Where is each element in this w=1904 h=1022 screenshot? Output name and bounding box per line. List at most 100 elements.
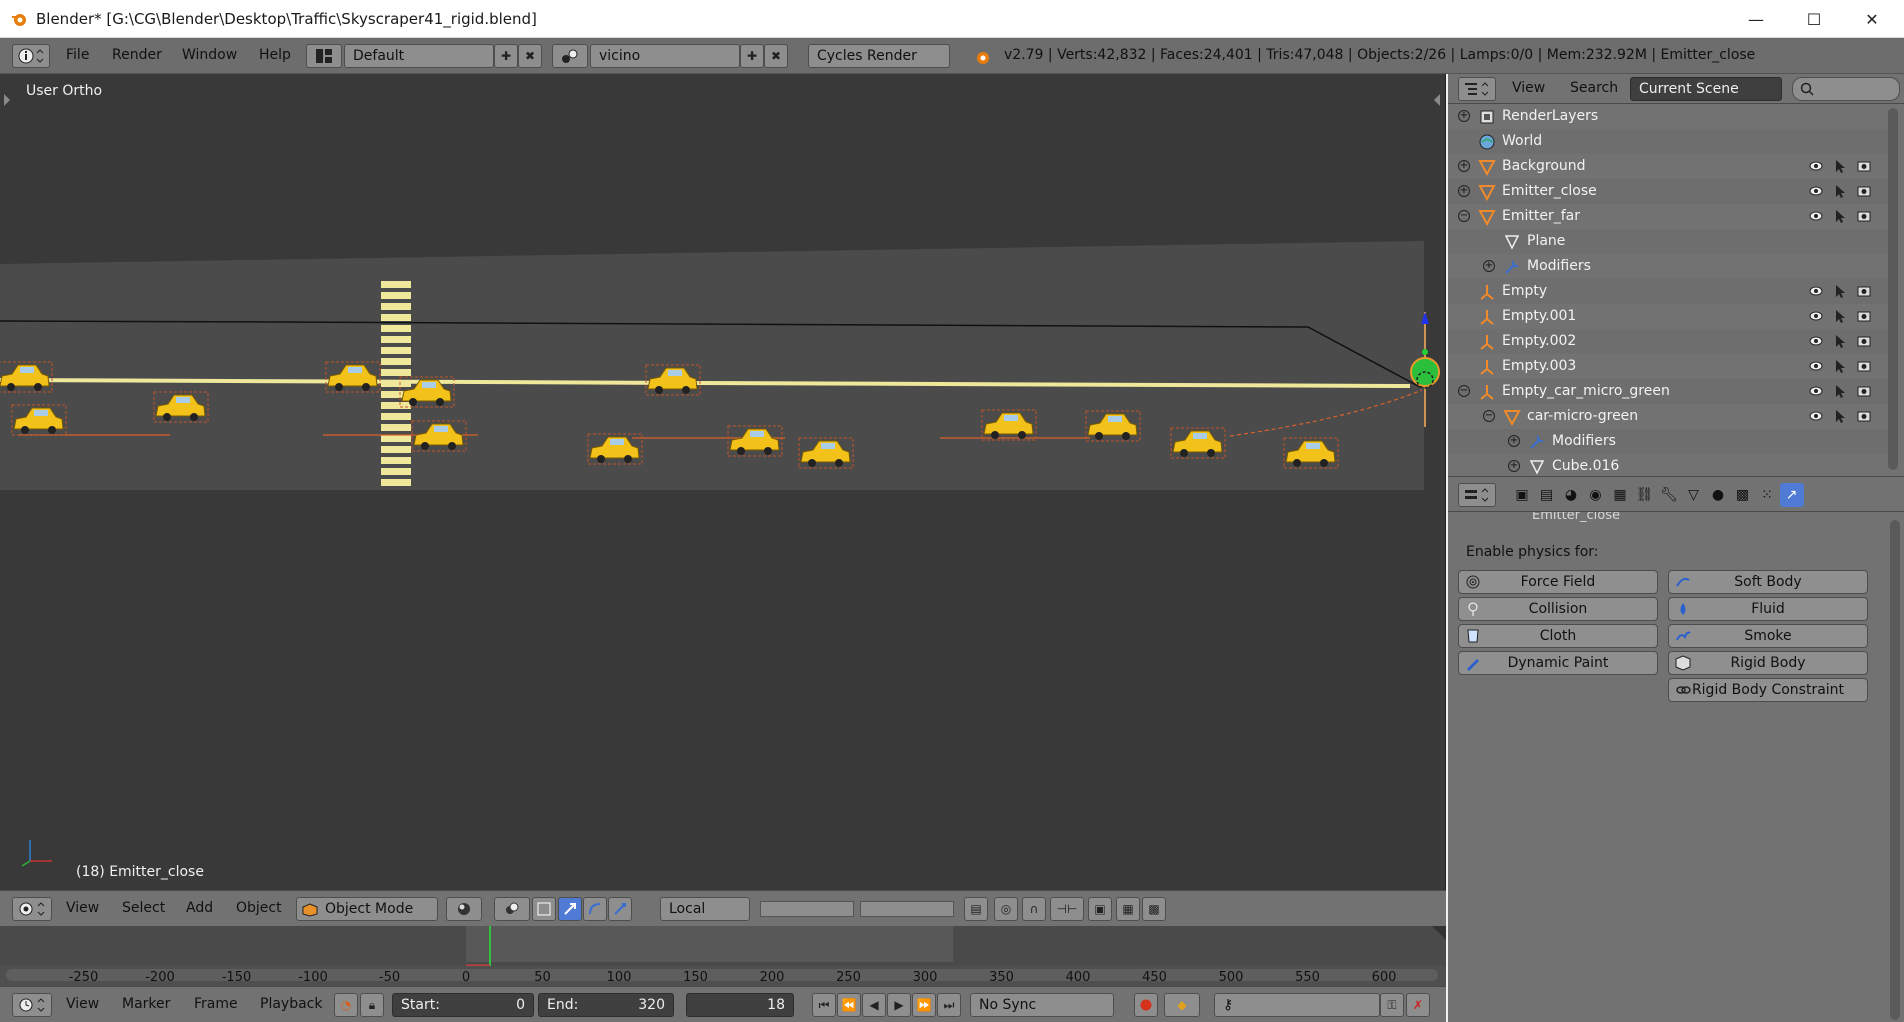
outliner-row-label[interactable]: Empty — [1502, 283, 1547, 299]
selectable-cursor-icon[interactable] — [1832, 408, 1848, 424]
auto-keying-button[interactable] — [1134, 993, 1158, 1017]
visibility-eye-icon[interactable] — [1808, 183, 1824, 199]
object-tab-icon[interactable]: ▦ — [1608, 483, 1632, 507]
render-camera-icon[interactable] — [1856, 158, 1872, 174]
lock-camera-layers-button[interactable]: ▤ — [964, 897, 988, 921]
menu-window[interactable]: Window — [182, 47, 237, 63]
outliner-row[interactable]: − Empty_car_micro_green — [1448, 379, 1888, 404]
render-engine-select[interactable]: Cycles Render — [808, 44, 950, 68]
timeline-menu-frame[interactable]: Frame — [194, 996, 238, 1012]
selectable-cursor-icon[interactable] — [1832, 333, 1848, 349]
current-frame-field[interactable]: 18 — [686, 993, 794, 1017]
expand-icon[interactable]: + — [1458, 185, 1470, 197]
outliner-row-label[interactable]: Emitter_close — [1502, 183, 1597, 199]
play-button[interactable]: ▶ — [887, 993, 911, 1017]
screen-layout-browse-button[interactable] — [306, 44, 342, 68]
outliner-row[interactable]: Empty.003 — [1448, 354, 1888, 379]
add-scene-button[interactable]: ✚ — [740, 44, 764, 68]
editor-type-3dview-button[interactable] — [12, 897, 52, 921]
delete-scene-button[interactable]: ✖ — [764, 44, 788, 68]
opengl-animation-button[interactable]: ▩ — [1142, 897, 1166, 921]
dynamic-paint-button[interactable]: Dynamic Paint — [1458, 651, 1658, 675]
selectable-cursor-icon[interactable] — [1832, 183, 1848, 199]
viewport-shading-select[interactable] — [446, 897, 482, 921]
render-layers-tab-icon[interactable]: ▤ — [1535, 483, 1559, 507]
collapse-icon[interactable]: − — [1458, 210, 1470, 222]
outliner-row-label[interactable]: Cube.016 — [1552, 458, 1619, 474]
outliner-row[interactable]: + Emitter_close — [1448, 179, 1888, 204]
manipulator-toggle-button[interactable] — [532, 897, 556, 921]
selectable-cursor-icon[interactable] — [1832, 283, 1848, 299]
collapse-icon[interactable]: − — [1458, 385, 1470, 397]
outliner-row-label[interactable]: Background — [1502, 158, 1586, 174]
minimize-button[interactable]: — — [1727, 0, 1785, 38]
outliner-menu-search[interactable]: Search — [1570, 80, 1618, 96]
editor-type-outliner-button[interactable] — [1458, 77, 1496, 101]
next-keyframe-button[interactable]: ⏩ — [912, 993, 936, 1017]
cloth-button[interactable]: Cloth — [1458, 624, 1658, 648]
outliner-row-label[interactable]: Plane — [1527, 233, 1565, 249]
smoke-button[interactable]: Smoke — [1668, 624, 1868, 648]
outliner-row[interactable]: + Modifiers — [1448, 429, 1888, 454]
render-tab-icon[interactable]: ▣ — [1510, 483, 1534, 507]
rotate-manipulator-button[interactable] — [583, 897, 607, 921]
active-keying-set-field[interactable]: ⚷ — [1214, 993, 1380, 1017]
scene-name-field[interactable]: vicino — [590, 44, 740, 68]
timeline-menu-playback[interactable]: Playback — [260, 996, 322, 1012]
delete-keyframe-button[interactable]: ✗ — [1406, 993, 1430, 1017]
menu-render[interactable]: Render — [112, 47, 162, 63]
layer-buttons-left[interactable] — [760, 901, 854, 917]
visibility-eye-icon[interactable] — [1808, 333, 1824, 349]
transform-orientation-select[interactable]: Local — [660, 897, 750, 921]
menu-file[interactable]: File — [66, 47, 89, 63]
maximize-button[interactable]: ☐ — [1785, 0, 1843, 38]
pivot-point-select[interactable] — [494, 897, 530, 921]
close-button[interactable]: ✕ — [1843, 0, 1901, 38]
visibility-eye-icon[interactable] — [1808, 358, 1824, 374]
add-screen-button[interactable]: ✚ — [494, 44, 518, 68]
menu-help[interactable]: Help — [259, 47, 291, 63]
outliner-row-label[interactable]: Empty_car_micro_green — [1502, 383, 1670, 399]
modifiers-tab-icon[interactable]: 🔧︎ — [1657, 483, 1681, 507]
outliner-row[interactable]: Empty — [1448, 279, 1888, 304]
collapse-icon[interactable]: − — [1483, 410, 1495, 422]
rigid-body-constraint-button[interactable]: Rigid Body Constraint — [1668, 678, 1868, 702]
render-camera-icon[interactable] — [1856, 333, 1872, 349]
expand-icon[interactable]: + — [1508, 435, 1520, 447]
outliner-row[interactable]: Empty.001 — [1448, 304, 1888, 329]
visibility-eye-icon[interactable] — [1808, 158, 1824, 174]
3dview-menu-object[interactable]: Object — [236, 900, 282, 916]
properties-shelf-toggle-icon[interactable] — [1434, 94, 1440, 106]
physics-tab-icon[interactable]: ↗ — [1779, 483, 1804, 507]
scale-manipulator-button[interactable] — [608, 897, 632, 921]
editor-type-properties-button[interactable] — [1458, 483, 1496, 507]
force-field-button[interactable]: Force Field — [1458, 570, 1658, 594]
start-frame-field[interactable]: Start: 0 — [392, 993, 534, 1017]
outliner-row-label[interactable]: World — [1502, 133, 1542, 149]
render-camera-icon[interactable] — [1856, 358, 1872, 374]
selectable-cursor-icon[interactable] — [1832, 208, 1848, 224]
end-frame-field[interactable]: End: 320 — [538, 993, 674, 1017]
outliner-row-label[interactable]: car-micro-green — [1527, 408, 1638, 424]
outliner-row[interactable]: + Modifiers — [1448, 254, 1888, 279]
selectable-cursor-icon[interactable] — [1832, 383, 1848, 399]
timeline-menu-marker[interactable]: Marker — [122, 996, 170, 1012]
insert-keyframe-button[interactable]: ⚿ — [1380, 993, 1404, 1017]
play-reverse-button[interactable]: ◀ — [862, 993, 886, 1017]
render-camera-icon[interactable] — [1856, 308, 1872, 324]
collision-button[interactable]: Collision — [1458, 597, 1658, 621]
expand-icon[interactable]: + — [1458, 160, 1470, 172]
expand-icon[interactable]: + — [1508, 460, 1520, 472]
jump-start-button[interactable]: ⏮ — [812, 993, 836, 1017]
prev-keyframe-button[interactable]: ⏪ — [837, 993, 861, 1017]
constraints-tab-icon[interactable]: ⛓ — [1633, 483, 1657, 507]
render-camera-icon[interactable] — [1856, 208, 1872, 224]
outliner-row-label[interactable]: RenderLayers — [1502, 108, 1598, 124]
3dview-menu-view[interactable]: View — [66, 900, 99, 916]
visibility-eye-icon[interactable] — [1808, 408, 1824, 424]
render-camera-icon[interactable] — [1856, 408, 1872, 424]
render-preview-button[interactable]: ▣ — [1088, 897, 1112, 921]
texture-tab-icon[interactable]: ▩ — [1731, 483, 1755, 507]
expand-icon[interactable]: + — [1458, 110, 1470, 122]
soft-body-button[interactable]: Soft Body — [1668, 570, 1868, 594]
